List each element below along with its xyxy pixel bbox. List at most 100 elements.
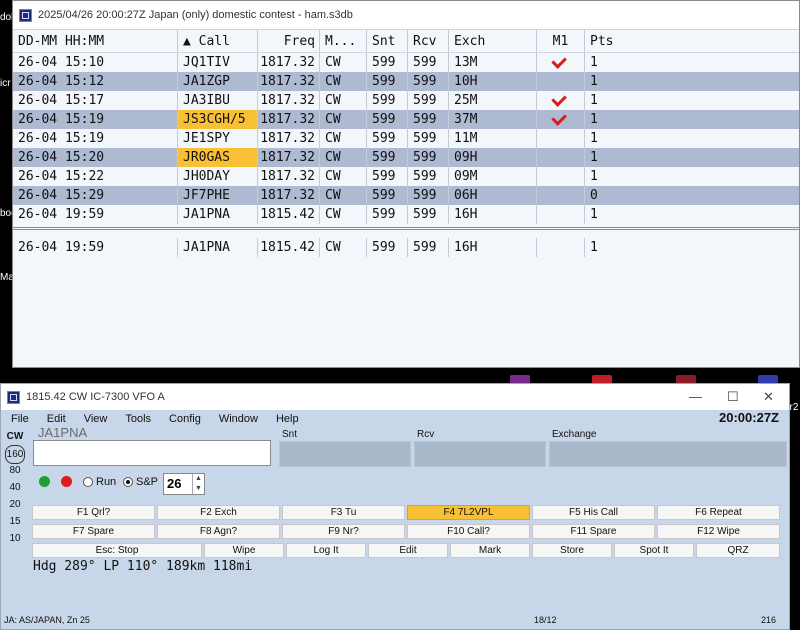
cell-freq: 1817.32	[258, 167, 320, 186]
log-it-button[interactable]: Log It	[286, 543, 366, 558]
run-radio[interactable]: Run	[83, 476, 116, 488]
band-80[interactable]: 80	[5, 462, 25, 479]
fkey-12-button[interactable]: F12 Wipe	[657, 524, 780, 539]
minimize-icon[interactable]: —	[689, 389, 702, 404]
col-header-datetime[interactable]: DD-MM HH:MM	[13, 30, 178, 52]
exchange-label: Exchange	[552, 429, 597, 440]
menu-edit[interactable]: Edit	[47, 413, 66, 425]
table-row[interactable]: 26-04 15:17 JA3IBU 1817.32 CW 599 599 25M 1	[13, 91, 799, 110]
wipe-button[interactable]: Wipe	[204, 543, 284, 558]
table-row[interactable]: 26-04 15:19 JE1SPY 1817.32 CW 599 599 11M 1	[13, 129, 799, 148]
fkey-6-button[interactable]: F6 Repeat	[657, 505, 780, 520]
col-header-call[interactable]: ▲ Call	[178, 30, 258, 52]
cell-datetime: 26-04 15:17	[13, 91, 178, 110]
fkey-11-button[interactable]: F11 Spare	[532, 524, 655, 539]
menu-tools[interactable]: Tools	[125, 413, 151, 425]
table-row[interactable]: 26-04 19:59 JA1PNA 1815.42 CW 599 599 16H 1	[13, 205, 799, 224]
fkey-2-button[interactable]: F2 Exch	[157, 505, 280, 520]
fkey-8-button[interactable]: F8 Agn?	[157, 524, 280, 539]
cell-freq: 1817.32	[258, 53, 320, 72]
cell-snt: 599	[367, 205, 408, 224]
fkey-7-button[interactable]: F7 Spare	[32, 524, 155, 539]
col-header-rcv[interactable]: Rcv	[408, 30, 449, 52]
cell-m1	[537, 186, 585, 205]
band-40[interactable]: 40	[5, 479, 25, 496]
cell-freq: 1817.32	[258, 72, 320, 91]
entry-title-bar[interactable]: 1815.42 CW IC-7300 VFO A — ☐ ✕	[1, 384, 789, 410]
col-header-pts[interactable]: Pts	[585, 30, 645, 52]
cell-call: JF7PHE	[178, 186, 258, 205]
exchange-field[interactable]	[549, 441, 787, 467]
snt-field[interactable]	[279, 441, 411, 467]
cell-pts: 1	[590, 169, 598, 184]
cell-exch: 25M	[449, 91, 537, 110]
menu-window[interactable]: Window	[219, 413, 258, 425]
cell-mode: CW	[320, 129, 367, 148]
mark-button[interactable]: Mark	[450, 543, 530, 558]
close-icon[interactable]: ✕	[763, 389, 774, 405]
table-row[interactable]: 26-04 15:19 JS3CGH/5 1817.32 CW 599 599 37M 1	[13, 110, 799, 129]
table-row[interactable]: 26-04 15:10 JQ1TIV 1817.32 CW 599 599 13M 1	[13, 53, 799, 72]
cell-exch: 09M	[449, 167, 537, 186]
cell-mode: CW	[320, 91, 367, 110]
cell-pts: 1	[590, 150, 598, 165]
menu-config[interactable]: Config	[169, 413, 201, 425]
fkey-3-button[interactable]: F3 Tu	[282, 505, 405, 520]
table-row[interactable]: 26-04 15:20 JR0GAS 1817.32 CW 599 599 09H 1	[13, 148, 799, 167]
col-header-freq[interactable]: Freq	[258, 30, 320, 52]
col-header-snt[interactable]: Snt	[367, 30, 408, 52]
radio-selected-icon	[123, 477, 133, 487]
col-header-exch[interactable]: Exch	[449, 30, 537, 52]
cell-snt: 599	[367, 53, 408, 72]
band-15[interactable]: 15	[5, 513, 25, 530]
cell-pts: 1	[590, 112, 598, 127]
rcv-label: Rcv	[417, 429, 435, 440]
cell-snt: 599	[367, 110, 408, 129]
menu-view[interactable]: View	[84, 413, 108, 425]
table-row[interactable]: 26-04 15:29 JF7PHE 1817.32 CW 599 599 06H 0	[13, 186, 799, 205]
mode-label[interactable]: CW	[5, 428, 25, 445]
cell-m1	[537, 110, 585, 129]
band-20[interactable]: 20	[5, 496, 25, 513]
maximize-icon[interactable]: ☐	[727, 389, 739, 405]
menu-file[interactable]: File	[11, 413, 29, 425]
sp-radio[interactable]: S&P	[123, 476, 158, 488]
heading-status: Hdg 289° LP 110° 189km 118mi	[33, 559, 253, 574]
fkey-4-button[interactable]: F4 7L2VPL	[407, 505, 530, 520]
status-red-icon	[61, 476, 72, 487]
log-window: 2025/04/26 20:00:27Z Japan (only) domest…	[12, 0, 800, 368]
fkey-9-button[interactable]: F9 Nr?	[282, 524, 405, 539]
fkey-1-button[interactable]: F1 Qrl?	[32, 505, 155, 520]
cell-pts: 1	[590, 74, 598, 89]
band-10[interactable]: 10	[5, 530, 25, 547]
status-counter: 18/12	[534, 615, 557, 625]
spot-it-button[interactable]: Spot It	[614, 543, 694, 558]
qrz-button[interactable]: QRZ	[696, 543, 780, 558]
store-button[interactable]: Store	[532, 543, 612, 558]
previous-call: JA1PNA	[38, 425, 88, 440]
esc-stop-button[interactable]: Esc: Stop	[32, 543, 202, 558]
cell-mode: CW	[320, 205, 367, 224]
entry-title: 1815.42 CW IC-7300 VFO A	[26, 391, 165, 403]
cell-freq: 1817.32	[258, 148, 320, 167]
col-header-mode[interactable]: M...	[320, 30, 367, 52]
log-title-bar[interactable]: 2025/04/26 20:00:27Z Japan (only) domest…	[13, 1, 799, 30]
col-header-m1[interactable]: M1	[537, 30, 585, 52]
log-current-row[interactable]: 26-04 19:59 JA1PNA 1815.42 CW 599 599 16…	[13, 238, 799, 257]
cell-m1	[537, 91, 585, 110]
spin-input[interactable]: 26 ▲ ▼	[163, 473, 205, 495]
rcv-field[interactable]	[414, 441, 546, 467]
fkey-10-button[interactable]: F10 Call?	[407, 524, 530, 539]
table-row[interactable]: 26-04 15:12 JA1ZGP 1817.32 CW 599 599 10H 1	[13, 72, 799, 91]
menu-help[interactable]: Help	[276, 413, 299, 425]
table-row[interactable]: 26-04 15:22 JH0DAY 1817.32 CW 599 599 09M 1	[13, 167, 799, 186]
run-label: Run	[96, 476, 117, 488]
cell-snt: 599	[367, 91, 408, 110]
edit-button[interactable]: Edit	[368, 543, 448, 558]
snt-label: Snt	[282, 429, 298, 440]
cell-call: JS3CGH/5	[178, 110, 258, 129]
spin-arrows-icon[interactable]: ▲ ▼	[192, 474, 204, 494]
call-input[interactable]	[33, 440, 271, 466]
fkey-5-button[interactable]: F5 His Call	[532, 505, 655, 520]
cell-m1	[537, 53, 585, 72]
